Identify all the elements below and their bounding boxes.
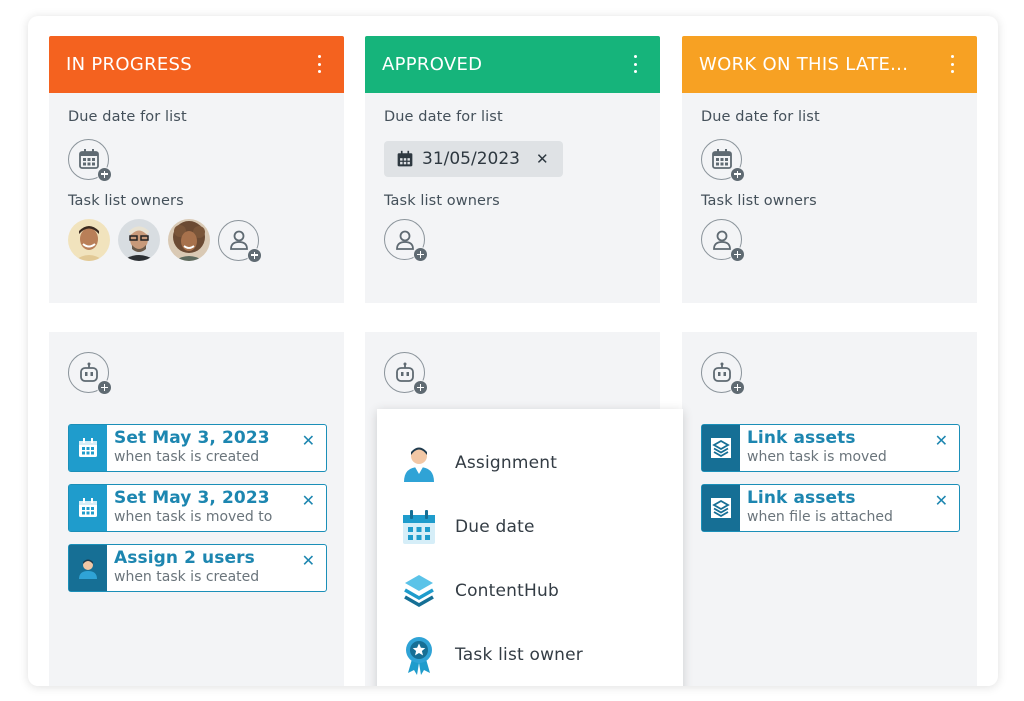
calendar-icon [403, 510, 435, 544]
automation-rule-chip[interactable]: Assign 2 users when task is created ✕ [68, 544, 327, 592]
column-header: WORK ON THIS LATE... [682, 36, 977, 93]
avatar[interactable] [168, 219, 210, 261]
plus-icon [97, 380, 112, 395]
rule-title: Assign 2 users [114, 548, 255, 568]
calendar-icon [711, 149, 732, 169]
automation-type-menu: Assignment Due date ContentHub Task list… [377, 409, 683, 686]
rule-trigger: when task is created [114, 569, 260, 585]
robot-icon [712, 362, 731, 382]
clear-date-icon[interactable]: ✕ [536, 150, 549, 168]
plus-icon [97, 166, 112, 182]
calendar-icon [79, 498, 97, 517]
rule-title: Set May 3, 2023 [114, 428, 270, 448]
rule-trigger: when task is created [114, 449, 260, 465]
robot-icon [395, 362, 414, 382]
automation-rules: Set May 3, 2023 when task is created ✕ S… [49, 332, 344, 686]
remove-rule-icon[interactable]: ✕ [935, 491, 948, 510]
column-title: WORK ON THIS LATE... [699, 54, 909, 75]
column-settings: Due date for list Task list owners [682, 93, 977, 303]
menu-item-label: Due date [455, 517, 535, 537]
calendar-icon [78, 149, 99, 169]
plus-icon [730, 247, 745, 262]
column-title: APPROVED [382, 54, 483, 75]
task-list-owners-label: Task list owners [384, 193, 500, 209]
rule-trigger: when file is attached [747, 509, 893, 525]
add-owner-button[interactable] [701, 219, 745, 262]
add-owner-button[interactable] [384, 219, 428, 262]
menu-item-label: ContentHub [455, 581, 559, 601]
column-menu-icon[interactable] [949, 55, 955, 73]
user-outline-icon [395, 230, 414, 250]
automation-rule-chip[interactable]: Set May 3, 2023 when task is created ✕ [68, 424, 327, 472]
calendar-icon [79, 438, 97, 457]
layers-icon [711, 438, 731, 458]
column-header: APPROVED [365, 36, 660, 93]
automation-rule-chip[interactable]: Set May 3, 2023 when task is moved to ✕ [68, 484, 327, 532]
badge-icon [406, 637, 432, 675]
menu-item-contenthub[interactable]: ContentHub [377, 559, 683, 623]
robot-icon [79, 362, 98, 382]
add-automation-button[interactable] [68, 352, 112, 395]
remove-rule-icon[interactable]: ✕ [935, 431, 948, 450]
add-automation-button[interactable] [701, 352, 745, 395]
user-icon [77, 557, 99, 579]
task-board: IN PROGRESS Due date for list Task list … [28, 16, 998, 686]
plus-icon [247, 247, 262, 263]
remove-rule-icon[interactable]: ✕ [302, 551, 315, 570]
automation-rules: Link assets when task is moved ✕ Link as… [682, 332, 977, 686]
avatar[interactable] [68, 219, 110, 261]
menu-item-assignment[interactable]: Assignment [377, 431, 683, 495]
rule-trigger: when task is moved [747, 449, 887, 465]
column-settings: Due date for list 31/05/2023 ✕ Task list… [365, 93, 660, 303]
remove-rule-icon[interactable]: ✕ [302, 431, 315, 450]
menu-item-label: Task list owner [455, 645, 583, 665]
due-date-label: Due date for list [384, 109, 503, 125]
add-owner-button[interactable] [218, 219, 262, 263]
task-list-owners-label: Task list owners [701, 193, 817, 209]
plus-icon [413, 247, 428, 262]
plus-icon [413, 380, 428, 395]
due-date-chip[interactable]: 31/05/2023 ✕ [384, 141, 563, 177]
plus-icon [730, 166, 745, 182]
column-header: IN PROGRESS [49, 36, 344, 93]
layers-icon [404, 575, 434, 608]
menu-item-label: Assignment [455, 453, 558, 473]
rule-trigger: when task is moved to [114, 509, 273, 525]
task-list-owners-label: Task list owners [68, 193, 184, 209]
calendar-icon [397, 150, 413, 167]
due-date-label: Due date for list [701, 109, 820, 125]
column-in-progress: IN PROGRESS Due date for list Task list … [49, 36, 344, 686]
user-outline-icon [712, 230, 731, 250]
column-settings: Due date for list Task list owners [49, 93, 344, 303]
rule-title: Link assets [747, 428, 856, 448]
rule-title: Set May 3, 2023 [114, 488, 270, 508]
column-work-on-this-later: WORK ON THIS LATE... Due date for list T… [682, 36, 977, 686]
add-due-date-button[interactable] [701, 138, 745, 182]
add-automation-button[interactable] [384, 352, 428, 395]
column-title: IN PROGRESS [66, 54, 193, 75]
automation-rule-chip[interactable]: Link assets when file is attached ✕ [701, 484, 960, 532]
due-date-value: 31/05/2023 [422, 149, 520, 169]
automation-rule-chip[interactable]: Link assets when task is moved ✕ [701, 424, 960, 472]
rule-title: Link assets [747, 488, 856, 508]
plus-icon [730, 380, 745, 395]
due-date-label: Due date for list [68, 109, 187, 125]
user-outline-icon [229, 230, 248, 250]
column-menu-icon[interactable] [316, 55, 322, 73]
menu-item-due-date[interactable]: Due date [377, 495, 683, 559]
avatar[interactable] [118, 219, 160, 261]
add-due-date-button[interactable] [68, 138, 112, 182]
remove-rule-icon[interactable]: ✕ [302, 491, 315, 510]
column-menu-icon[interactable] [632, 55, 638, 73]
column-approved: APPROVED Due date for list 31/05/2023 ✕ … [365, 36, 660, 686]
person-icon [404, 447, 434, 482]
menu-item-task-list-owner[interactable]: Task list owner [377, 623, 683, 686]
layers-icon [711, 498, 731, 518]
